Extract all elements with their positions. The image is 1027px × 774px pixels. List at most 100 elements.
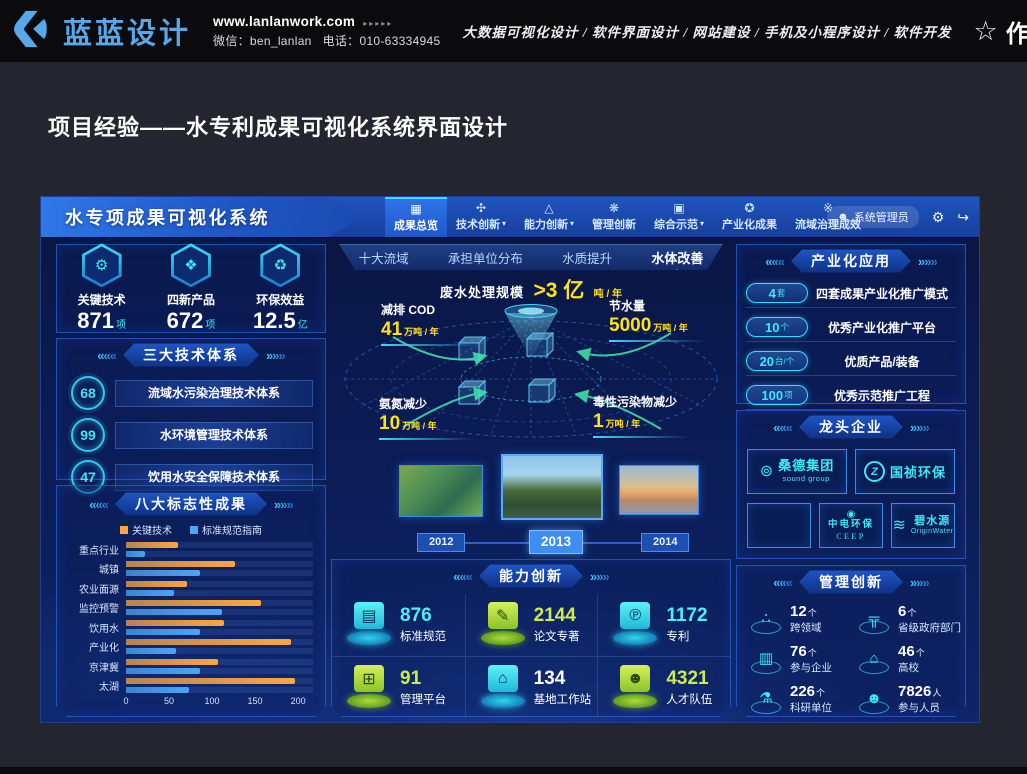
enterprise-name: 国祯环保 <box>890 462 946 481</box>
chart-bar <box>126 687 189 693</box>
pedestal-base <box>613 631 657 645</box>
enterprise-logo-empty[interactable] <box>747 503 811 548</box>
chart-bar <box>126 581 187 587</box>
metric-value: 41 <box>381 319 402 340</box>
chart-row: 产业化 <box>69 639 313 654</box>
metric-label: 减排 COD <box>381 301 511 318</box>
pedestal: ▤ <box>346 602 392 648</box>
chart-category-label: 饮用水 <box>69 620 126 635</box>
nav-items: ▦成果总览 ✣技术创新▾ △能力创新▾ ❋管理创新 ▣综合示范▾ ✪产业化成果 … <box>385 197 870 237</box>
year-chip-2013[interactable]: 2013 <box>529 530 583 554</box>
portfolio-link[interactable]: ☆ 作品案例 <box>974 14 1027 49</box>
industrial-label[interactable]: 优秀产业化推广平台 <box>808 319 956 336</box>
management-grid: ∴ 12个跨领域 ╦ 6个省级政府部门 ▥ 76个参与企业 ⌂ 46个高校 ⚗ <box>741 598 961 718</box>
year-chip-2012[interactable]: 2012 <box>417 533 465 552</box>
campus-icon: ⌂ <box>857 642 891 674</box>
chart-bar-track <box>126 600 313 606</box>
gear-icon[interactable]: ⚙ <box>932 210 945 224</box>
people-icon: ☻ <box>857 682 891 714</box>
stat-value: 46 <box>898 643 915 660</box>
stat-talent: ☻ 4321人才队伍 <box>597 656 730 719</box>
metric-underline <box>593 436 689 438</box>
tech-system-label[interactable]: 流域水污染治理技术体系 <box>115 380 313 407</box>
kpi-key-tech: ⚙ 关键技术 871项 <box>59 243 145 333</box>
kpi-new-products: ❖ 四新产品 672项 <box>148 243 234 333</box>
axis-tick: 150 <box>248 696 263 706</box>
stat-unit: 个 <box>808 648 817 658</box>
chart-row: 太湖 <box>69 678 313 693</box>
nav-item-management-innovation[interactable]: ❋管理创新 <box>583 197 645 237</box>
stat-unit: 个 <box>916 648 925 658</box>
photo-2012[interactable] <box>399 465 483 517</box>
metric-value: 5000 <box>609 315 651 336</box>
website-url[interactable]: www.lanlanwork.com <box>213 14 355 29</box>
nav-item-demonstration[interactable]: ▣综合示范▾ <box>645 197 713 237</box>
tech-system-label[interactable]: 水环境管理技术体系 <box>115 422 313 449</box>
stat-label: 跨领域 <box>790 622 822 635</box>
industrial-label[interactable]: 优秀示范推广工程 <box>808 387 956 404</box>
photo-2014[interactable] <box>619 465 699 515</box>
enterprise-logo-soundgroup[interactable]: ⊚ 桑德集团sound group <box>747 449 847 494</box>
metric-toxic-reduction: 毒性污染物减少 1万吨 / 年 <box>593 393 723 438</box>
industrial-label[interactable]: 优质产品/装备 <box>808 353 956 370</box>
stat-label: 科研单位 <box>790 702 832 715</box>
tab-unit-distribution[interactable]: 承担单位分布 <box>448 248 523 267</box>
capability-panel: ««« 能力创新 »»» ▤ 876标准规范 ✎ 2144论文专著 ℗ 1172… <box>331 559 731 717</box>
nav-item-tech-innovation[interactable]: ✣技术创新▾ <box>447 197 515 237</box>
nav-item-overview[interactable]: ▦成果总览 <box>385 197 447 237</box>
chart-x-axis: 050100150200 <box>126 696 311 709</box>
section-header: ««« 管理创新 »»» <box>741 569 961 595</box>
photo-2013[interactable] <box>501 454 603 520</box>
chevron-right-icon: »»» <box>266 349 285 362</box>
chart-bar-track <box>126 609 313 615</box>
hexagon-badge: ❖ <box>171 243 211 287</box>
chart-bar <box>126 668 200 674</box>
stat-value: 1172 <box>666 606 707 627</box>
industrial-row: 100项 优秀示范推广工程 <box>746 383 956 410</box>
patent-icon: ℗ <box>620 602 650 629</box>
industrial-row: 20台/个 优质产品/装备 <box>746 349 956 376</box>
kpi-value: 12.5亿 <box>253 308 308 333</box>
section-header: ««« 能力创新 »»» <box>332 563 730 589</box>
nav-item-capability-innovation[interactable]: △能力创新▾ <box>515 197 583 237</box>
stat-unit: 人 <box>932 688 941 698</box>
chart-bar-track <box>126 659 313 665</box>
enterprise-logo-guozhen[interactable]: Z 国祯环保 <box>855 449 955 494</box>
tab-ten-basins[interactable]: 十大流域 <box>359 248 409 267</box>
metric-underline <box>379 438 475 440</box>
tab-water-quality[interactable]: 水质提升 <box>562 248 612 267</box>
metric-underline <box>609 340 705 342</box>
hexagon-badge: ⚙ <box>82 243 122 287</box>
stat-patents: ℗ 1172专利 <box>597 594 730 656</box>
metric-unit: 万吨 / 年 <box>653 323 688 333</box>
book-icon: ▤ <box>354 602 384 629</box>
year-chip-2014[interactable]: 2014 <box>641 533 689 552</box>
tab-water-improvement[interactable]: 水体改善 <box>651 248 703 267</box>
admin-name: 系统管理员 <box>854 209 909 225</box>
logo[interactable]: 蓝蓝设计 <box>14 10 191 53</box>
chart-category-label: 太湖 <box>69 678 126 693</box>
phone-label: 电话： <box>323 34 360 48</box>
nav-label: 技术创新 <box>456 216 500 232</box>
axis-tick: 0 <box>123 696 128 706</box>
metric-value-row: 10万吨 / 年 <box>379 412 509 436</box>
enterprise-logo-ceep[interactable]: ◉中电环保CEEP <box>819 503 883 548</box>
nav-item-industrial-achievements[interactable]: ✪产业化成果 <box>713 197 786 237</box>
kpi-unit: 项 <box>205 320 215 331</box>
chart-bar <box>126 570 200 576</box>
logout-icon[interactable]: ↪ <box>957 210 969 224</box>
stat-value: 91 <box>400 669 446 690</box>
metric-value: 1 <box>593 411 604 432</box>
chart-category-label: 监控预警 <box>69 600 126 615</box>
kpi-value: 672项 <box>167 308 216 333</box>
industrial-label[interactable]: 四套成果产业化推广模式 <box>808 285 956 302</box>
person-icon: ☻ <box>837 211 849 223</box>
pedestal: ⌂ <box>480 665 526 711</box>
enterprises-panel: ««« 龙头企业 »»» ⊚ 桑德集团sound group Z 国祯环保 ◉中… <box>736 410 966 559</box>
building-icon: ▥ <box>749 642 783 674</box>
admin-account[interactable]: ☻ 系统管理员 <box>827 206 919 228</box>
site-header: 蓝蓝设计 www.lanlanwork.com▸▸▸▸▸ 微信：ben_lanl… <box>0 0 1027 62</box>
metric-label: 节水量 <box>609 297 739 314</box>
stat-value: 876 <box>400 606 446 627</box>
enterprise-logo-originwater[interactable]: ≋ 碧水源OriginWater <box>891 503 955 548</box>
